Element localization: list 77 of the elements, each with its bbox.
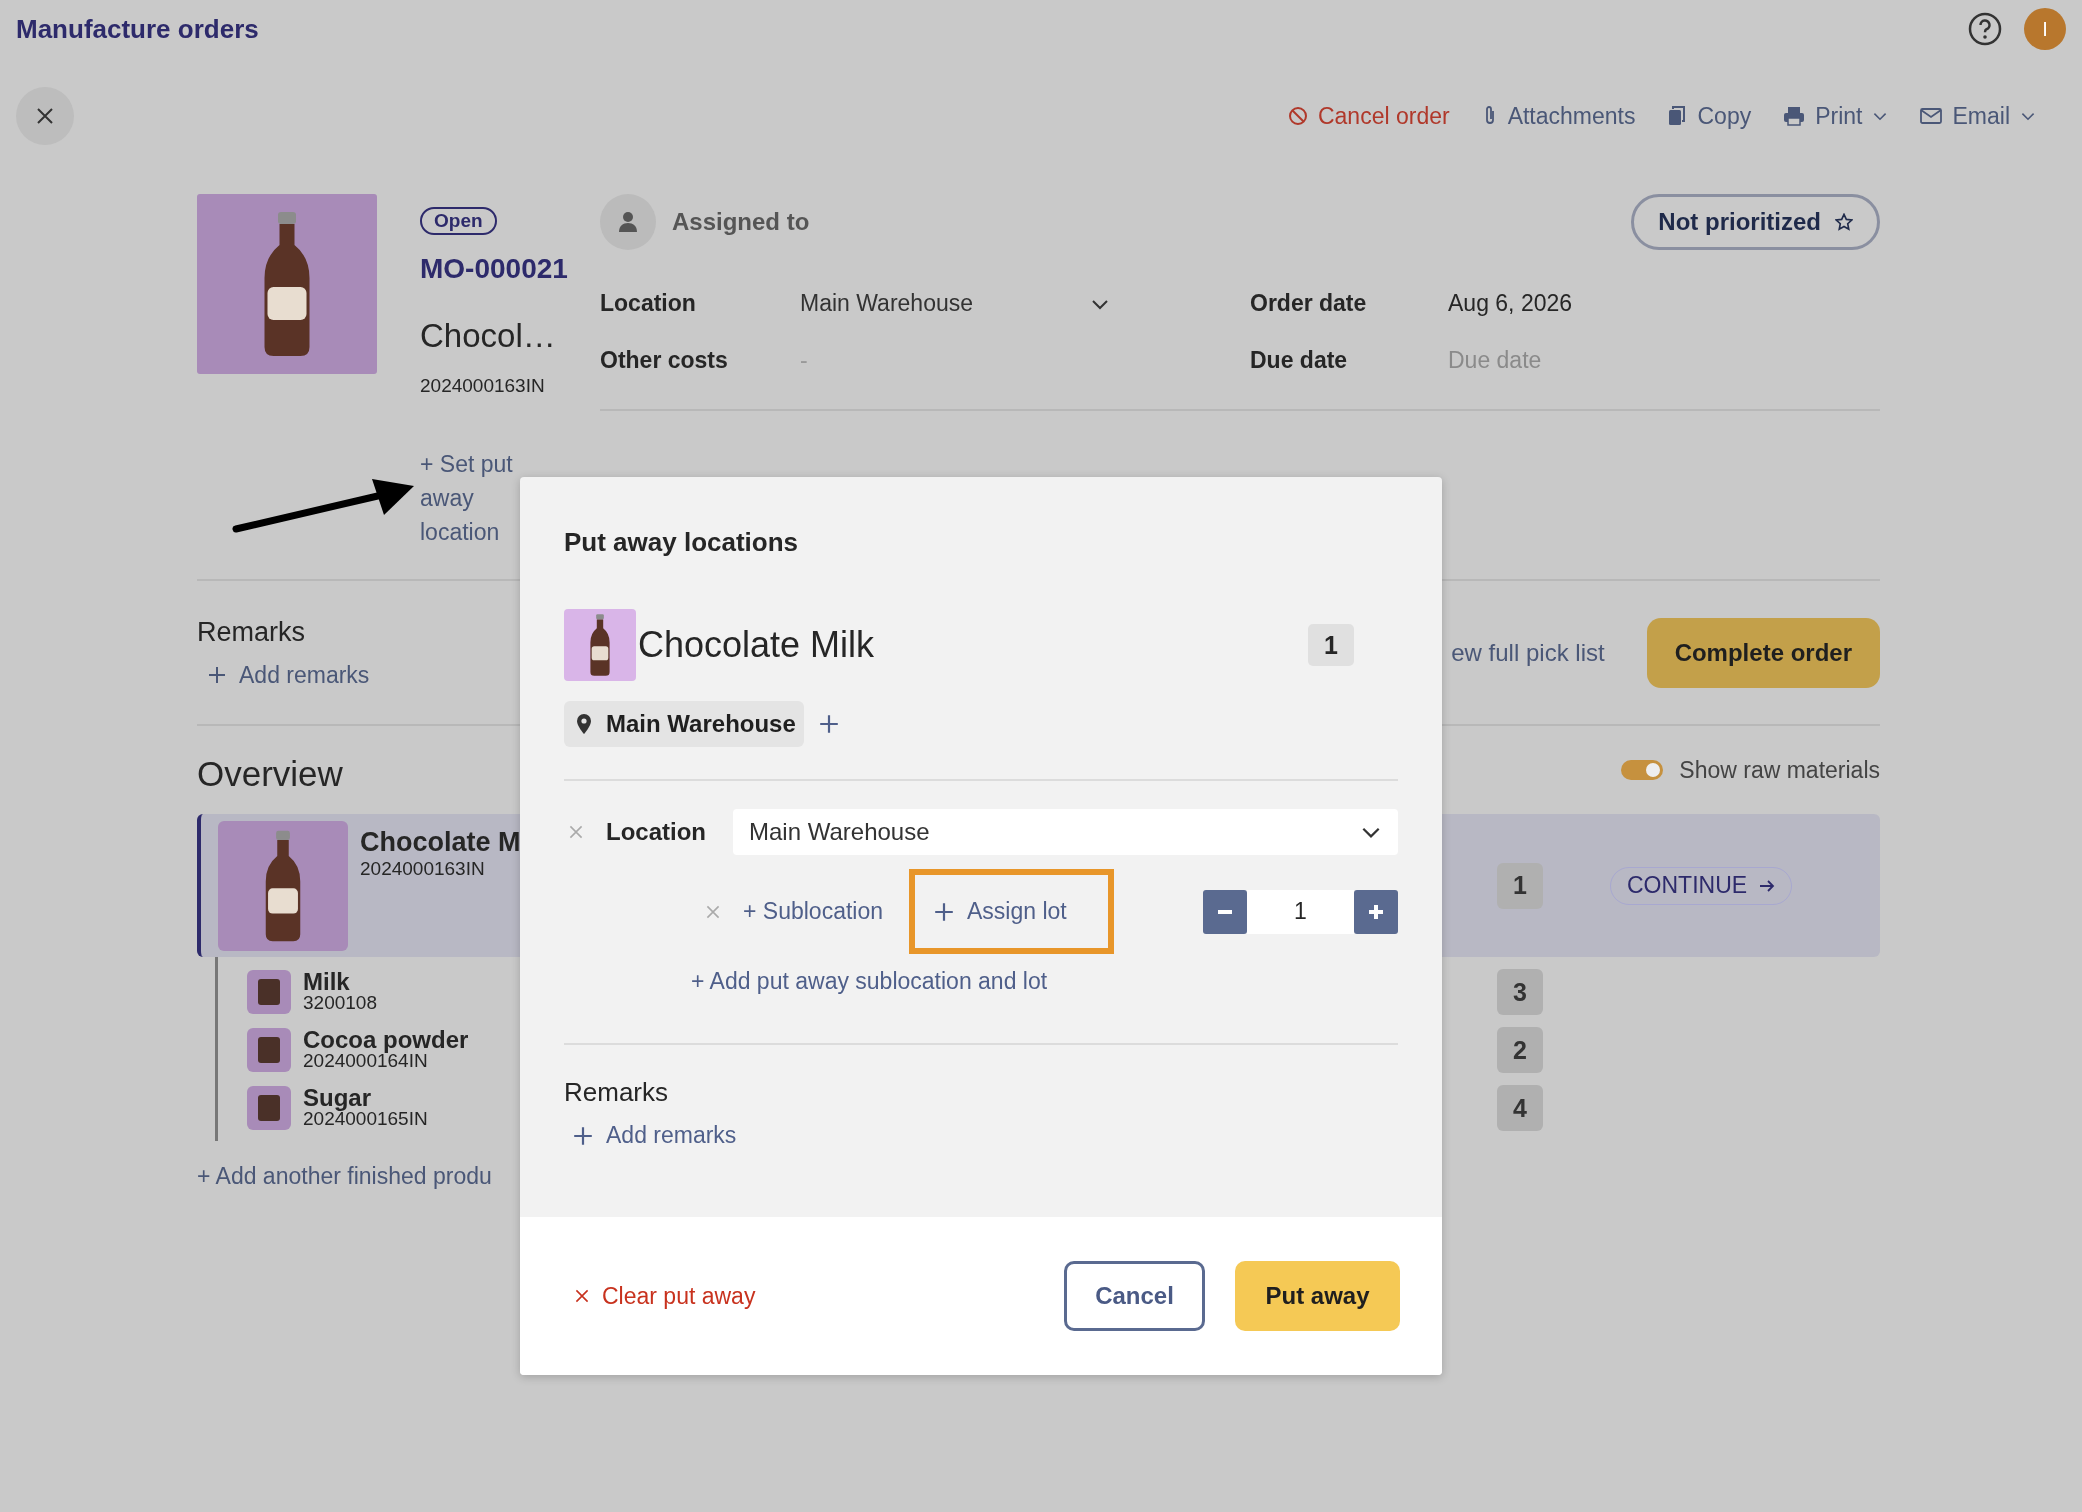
plus-icon [933, 900, 956, 923]
sublocation-button[interactable]: + Sublocation [743, 898, 884, 925]
location-chip: Main Warehouse [564, 701, 804, 747]
pick-list-link[interactable]: ew full pick list [1451, 638, 1605, 667]
prohibited-icon [1287, 106, 1308, 126]
close-icon [35, 106, 55, 126]
product-code: 2024000163IN [360, 857, 486, 880]
quantity-badge: 4 [1497, 1085, 1543, 1131]
plus-icon [1369, 904, 1383, 919]
quantity-badge: 1 [1497, 862, 1543, 909]
location-select[interactable]: Main Warehouse [733, 809, 1398, 855]
location-label: Location [606, 818, 707, 846]
star-icon [1835, 213, 1853, 231]
user-avatar[interactable]: I [2024, 8, 2066, 50]
location-select[interactable]: Main Warehouse [800, 290, 1110, 317]
plus-icon [207, 665, 227, 685]
put-away-button[interactable]: Put away [1235, 1261, 1400, 1331]
add-remarks-button[interactable]: Add remarks [572, 1122, 737, 1149]
remarks-heading: Remarks [197, 616, 306, 648]
complete-order-button[interactable]: Complete order [1646, 617, 1880, 688]
field-label: Order date [1250, 290, 1368, 317]
priority-button[interactable]: Not prioritized [1631, 194, 1880, 250]
cancel-button[interactable]: Cancel [1064, 1261, 1205, 1331]
product-name: Chocolate Milk [638, 624, 875, 666]
add-sublocation-lot-button[interactable]: + Add put away sublocation and lot [691, 968, 1048, 995]
field-value: - [800, 347, 809, 374]
add-location-button[interactable] [817, 713, 840, 735]
clear-put-away-button[interactable]: Clear put away [574, 1282, 756, 1310]
quantity-badge: 3 [1497, 969, 1543, 1015]
toolbar-button[interactable]: Print [1783, 102, 1889, 130]
material-photo-placeholder [247, 970, 291, 1014]
arrow-right-icon [1759, 878, 1776, 893]
product-name: Chocolate M [360, 826, 521, 858]
plus-icon [572, 1124, 594, 1147]
due-date-field[interactable]: Due date [1448, 347, 1698, 374]
toggle-label: Show raw materials [1679, 756, 1880, 784]
toggle-switch[interactable] [1621, 760, 1664, 780]
close-icon [705, 903, 721, 920]
material-name: Milk [303, 971, 351, 992]
close-icon [568, 824, 584, 840]
material-photo-placeholder [247, 1086, 291, 1130]
material-code: 3200108 [303, 992, 377, 1013]
field-label: Other costs [600, 347, 729, 374]
minus-icon [1218, 909, 1232, 914]
dialog-title: Put away locations [564, 527, 799, 558]
page-title: Manufacture orders [16, 13, 259, 45]
decrement-button[interactable] [1203, 889, 1247, 934]
envelope-icon [1920, 107, 1943, 125]
pin-icon [576, 713, 592, 735]
quantity-badge: 2 [1497, 1027, 1543, 1073]
remarks-heading: Remarks [564, 1077, 668, 1108]
overview-heading: Overview [197, 754, 343, 794]
field-label: Due date [1250, 347, 1349, 374]
help-icon[interactable] [1968, 12, 2002, 46]
toolbar-button[interactable]: Cancel order [1287, 102, 1450, 130]
field-value: Aug 6, 2026 [1448, 290, 1574, 317]
person-icon[interactable] [600, 194, 656, 250]
batch-number: 2024000163IN [420, 375, 545, 397]
plus-icon [817, 713, 840, 735]
product-photo-placeholder [564, 609, 636, 681]
printer-icon [1783, 105, 1806, 127]
close-icon [574, 1288, 590, 1304]
toolbar-button[interactable]: Email [1920, 102, 2036, 130]
quantity-badge: 1 [1308, 624, 1354, 666]
material-photo-placeholder [247, 1028, 291, 1072]
product-name: Chocol… [420, 317, 556, 355]
assign-lot-button[interactable]: Assign lot [909, 869, 1115, 954]
order-number: MO-000021 [420, 253, 568, 285]
add-remarks-button[interactable]: Add remarks [207, 661, 370, 689]
increment-button[interactable] [1354, 889, 1398, 934]
toolbar-button[interactable]: Copy [1667, 102, 1752, 130]
assigned-to-label[interactable]: Assigned to [672, 208, 810, 236]
copy-icon [1667, 105, 1688, 127]
quantity-field[interactable]: 1 [1247, 889, 1354, 934]
toolbar-button[interactable]: Attachments [1481, 102, 1636, 130]
status-badge: Open [420, 207, 497, 235]
field-label: Location [600, 290, 697, 317]
